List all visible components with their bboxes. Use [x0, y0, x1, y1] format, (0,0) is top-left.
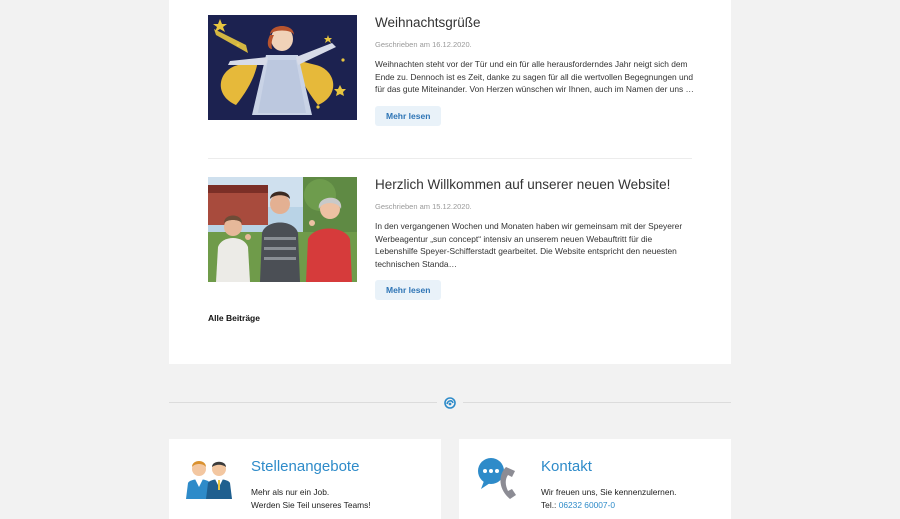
post-date: Geschrieben am 15.12.2020. [375, 202, 472, 211]
contact-card-line1: Wir freuen uns, Sie kennenzulernen. [541, 487, 677, 497]
jobs-card-title[interactable]: Stellenangebote [251, 458, 359, 475]
post-date: Geschrieben am 16.12.2020. [375, 40, 472, 49]
jobs-card-line1: Mehr als nur ein Job. [251, 487, 330, 497]
post-image-group-photo[interactable] [208, 177, 357, 282]
section-divider-right [463, 402, 731, 403]
post-excerpt: Weihnachten steht vor der Tür und ein fü… [375, 59, 694, 95]
post-excerpt: In den vergangenen Wochen und Monaten ha… [375, 221, 683, 269]
read-more-button[interactable]: Mehr lesen [375, 105, 442, 126]
contact-card[interactable]: Kontakt Wir freuen uns, Sie kennenzulern… [459, 439, 731, 519]
all-posts-link[interactable]: Alle Beiträge [208, 313, 260, 323]
read-more-button[interactable]: Mehr lesen [375, 280, 442, 301]
contact-card-title[interactable]: Kontakt [541, 458, 592, 475]
post-image-angel-drawing[interactable] [208, 15, 357, 120]
phone-link[interactable]: 06232 60007-0 [559, 500, 615, 510]
contact-card-text: Wir freuen uns, Sie kennenzulernen. Tel.… [541, 486, 676, 512]
post-body: Weihnachtsgrüße Geschrieben am 16.12.202… [375, 15, 695, 126]
news-card: Weihnachtsgrüße Geschrieben am 16.12.202… [169, 0, 731, 364]
jobs-card-text: Mehr als nur ein Job. Werden Sie Teil un… [251, 486, 371, 512]
post-title[interactable]: Herzlich Willkommen auf unserer neuen We… [375, 177, 695, 193]
phone-label: Tel.: [541, 500, 559, 510]
post-divider [208, 158, 692, 159]
post-title[interactable]: Weihnachtsgrüße [375, 15, 695, 31]
section-divider-left [169, 402, 437, 403]
jobs-card[interactable]: Stellenangebote Mehr als nur ein Job. We… [169, 439, 441, 519]
phone-chat-icon [476, 457, 522, 503]
lebenshilfe-logo-icon [444, 396, 456, 409]
team-people-icon [186, 457, 232, 503]
post-body: Herzlich Willkommen auf unserer neuen We… [375, 177, 695, 301]
